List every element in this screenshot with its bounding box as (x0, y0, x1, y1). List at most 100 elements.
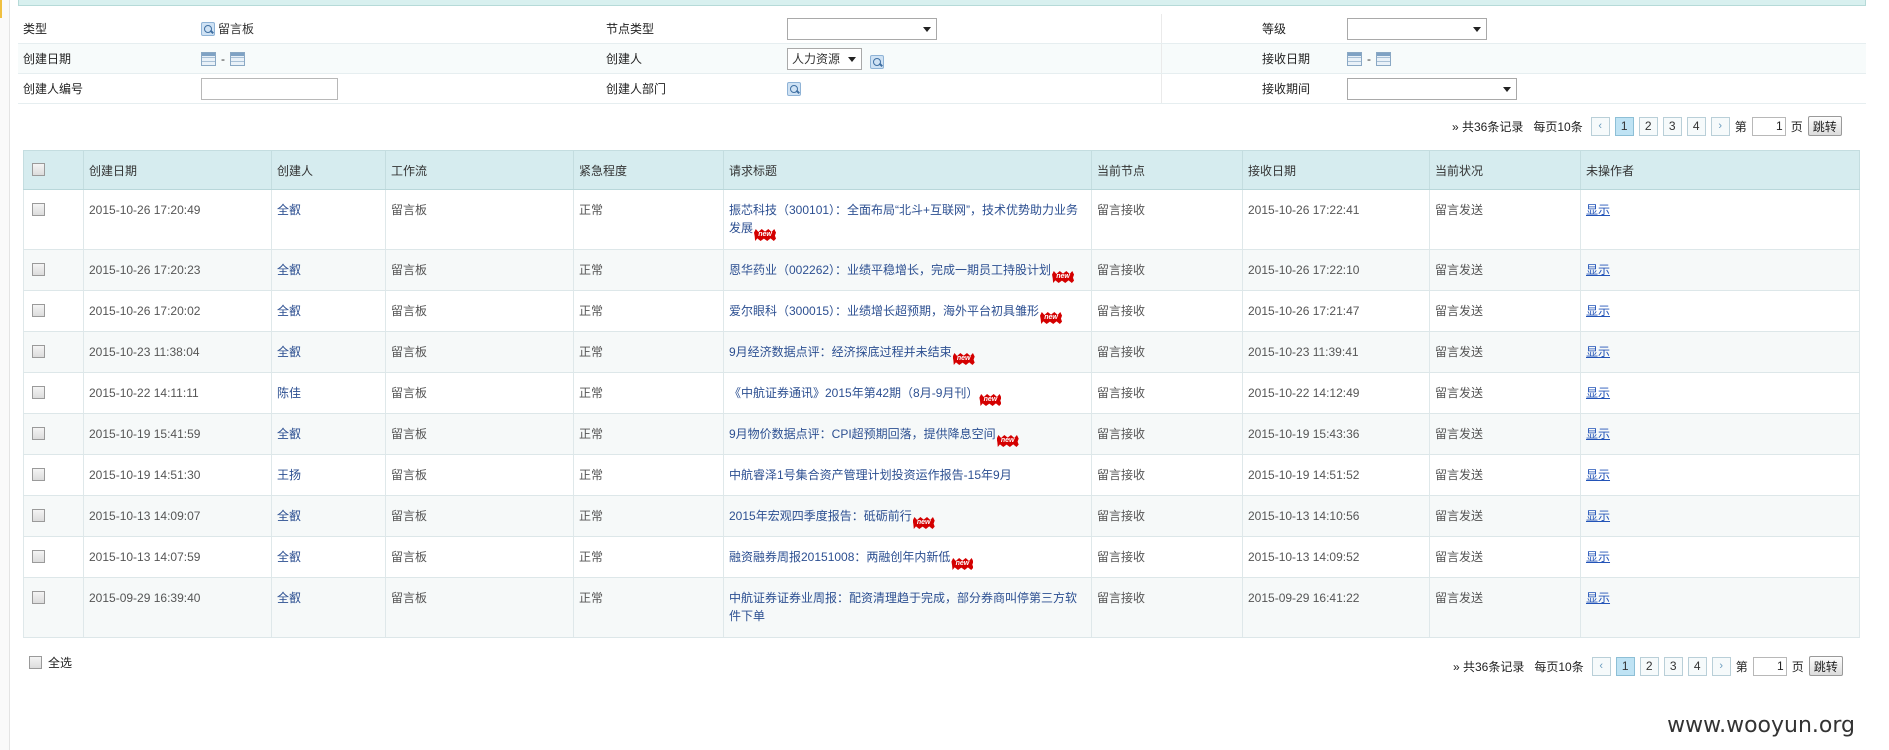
table-row[interactable]: 2015-10-26 17:20:02 全叡 留言板 正常 爱尔眼科（300015）：业… (23, 290, 1860, 332)
page-button-3[interactable]: 3 (1663, 656, 1683, 676)
cell-created-date-text: 2015-10-19 15:41:59 (89, 427, 201, 441)
creator-select[interactable]: 人力资源 (787, 47, 862, 70)
prev-page-button[interactable]: ‹ (1591, 656, 1611, 676)
level-select[interactable] (1347, 17, 1487, 40)
col-creator[interactable]: 创建人 (271, 150, 386, 190)
cell-title-text[interactable]: 恩华药业（002262）：业绩平稳增长，完成一期员工持股计划 (729, 263, 1051, 277)
cell-title-text[interactable]: 9月经济数据点评：经济探底过程并未结束 (729, 345, 952, 359)
col-workflow[interactable]: 工作流 (385, 150, 574, 190)
row-checkbox[interactable] (32, 427, 45, 440)
cell-creator-text[interactable]: 全叡 (277, 203, 301, 217)
table-row[interactable]: 2015-10-26 17:20:49 全叡 留言板 正常 振芯科技（300101）：全… (23, 189, 1860, 250)
cell-pending-operator-text[interactable]: 显示 (1586, 304, 1610, 318)
calendar-icon[interactable] (1347, 51, 1362, 66)
col-title[interactable]: 请求标题 (723, 150, 1092, 190)
page-button-2[interactable]: 2 (1638, 116, 1658, 136)
cell-creator-text[interactable]: 全叡 (277, 550, 301, 564)
search-icon[interactable] (870, 54, 884, 69)
row-checkbox[interactable] (32, 591, 45, 604)
col-received-date[interactable]: 接收日期 (1242, 150, 1430, 190)
calendar-icon[interactable] (230, 51, 245, 66)
search-icon[interactable] (201, 21, 215, 36)
next-page-button[interactable]: › (1710, 116, 1730, 136)
cell-title-text[interactable]: 2015年宏观四季度报告：砥砺前行 (729, 509, 912, 523)
page-button-1[interactable]: 1 (1614, 116, 1634, 136)
page-button-4[interactable]: 4 (1686, 116, 1706, 136)
col-pending-operator[interactable]: 未操作者 (1580, 150, 1860, 190)
row-checkbox[interactable] (32, 468, 45, 481)
row-checkbox[interactable] (32, 550, 45, 563)
page-prefix: 第 (1734, 119, 1747, 134)
row-checkbox[interactable] (32, 345, 45, 358)
table-row[interactable]: 2015-10-13 14:07:59 全叡 留言板 正常 融资融券周报20151008… (23, 536, 1860, 578)
cell-pending-operator-text[interactable]: 显示 (1586, 468, 1610, 482)
cell-creator-text[interactable]: 全叡 (277, 427, 301, 441)
cell-urgency-text: 正常 (579, 509, 604, 523)
cell-pending-operator-text[interactable]: 显示 (1586, 386, 1610, 400)
cell-created-date: 2015-09-29 16:39:40 (83, 577, 272, 638)
page-number-input[interactable]: 1 (1751, 116, 1786, 136)
search-icon[interactable] (787, 81, 801, 96)
calendar-icon[interactable] (201, 51, 216, 66)
type-label: 类型 (23, 22, 48, 36)
next-page-button[interactable]: › (1711, 656, 1731, 676)
cell-creator-text[interactable]: 王扬 (277, 468, 301, 482)
select-all-checkbox[interactable] (32, 163, 45, 176)
table-row[interactable]: 2015-10-19 14:51:30 王扬 留言板 正常 中航睿泽1号集合资产管理计划… (23, 454, 1860, 496)
cell-creator-text[interactable]: 全叡 (277, 591, 301, 605)
jump-button[interactable]: 跳转 (1808, 656, 1843, 676)
cell-title-text[interactable]: 爱尔眼科（300015）：业绩增长超预期，海外平台初具雏形 (729, 304, 1039, 318)
row-checkbox[interactable] (32, 203, 45, 216)
page-number-input[interactable]: 1 (1752, 656, 1787, 676)
cell-creator-text[interactable]: 全叡 (277, 345, 301, 359)
row-checkbox[interactable] (32, 386, 45, 399)
calendar-icon[interactable] (1376, 51, 1391, 66)
table-row[interactable]: 2015-10-19 15:41:59 全叡 留言板 正常 9月物价数据点评：CPI超预… (23, 413, 1860, 455)
table-row[interactable]: 2015-10-22 14:11:11 陈佳 留言板 正常 《中航证券通讯》2015年第… (23, 372, 1860, 414)
cell-title-text[interactable]: 融资融券周报20151008：两融创年内新低 (729, 550, 950, 564)
cell-title: 2015年宏观四季度报告：砥砺前行 new (723, 495, 1092, 537)
page-button-2[interactable]: 2 (1639, 656, 1659, 676)
table-row[interactable]: 2015-10-26 17:20:23 全叡 留言板 正常 恩华药业（002262）：业… (23, 249, 1860, 291)
cell-pending-operator-text[interactable]: 显示 (1586, 427, 1610, 441)
table-row[interactable]: 2015-10-13 14:09:07 全叡 留言板 正常 2015年宏观四季度报告：砥… (23, 495, 1860, 537)
cell-pending-operator-text[interactable]: 显示 (1586, 550, 1610, 564)
receive-period-select[interactable] (1347, 77, 1517, 100)
col-current-node[interactable]: 当前节点 (1091, 150, 1243, 190)
cell-pending-operator-text[interactable]: 显示 (1586, 509, 1610, 523)
cell-created-date: 2015-10-23 11:38:04 (83, 331, 272, 373)
row-checkbox[interactable] (32, 304, 45, 317)
select-all-footer-checkbox[interactable] (29, 656, 42, 669)
cell-urgency: 正常 (573, 189, 724, 250)
col-current-status[interactable]: 当前状况 (1429, 150, 1581, 190)
col-urgency[interactable]: 紧急程度 (573, 150, 724, 190)
prev-page-button[interactable]: ‹ (1590, 116, 1610, 136)
node-type-select[interactable] (787, 17, 937, 40)
table-row[interactable]: 2015-09-29 16:39:40 全叡 留言板 正常 中航证券证券业周报：配资清理… (23, 577, 1860, 638)
cell-title-text[interactable]: 中航睿泽1号集合资产管理计划投资运作报告-15年9月 (729, 468, 1012, 482)
cell-creator-text[interactable]: 全叡 (277, 263, 301, 277)
cell-creator-text[interactable]: 全叡 (277, 509, 301, 523)
page-button-1[interactable]: 1 (1615, 656, 1635, 676)
col-created-date[interactable]: 创建日期 (83, 150, 272, 190)
page-button-3[interactable]: 3 (1662, 116, 1682, 136)
cell-creator-text[interactable]: 陈佳 (277, 386, 301, 400)
creator-no-input[interactable] (201, 77, 338, 100)
cell-received-date: 2015-10-23 11:39:41 (1242, 331, 1430, 373)
cell-title-text[interactable]: 振芯科技（300101）：全面布局“北斗+互联网”，技术优势助力业务发展 (729, 203, 1078, 235)
cell-creator-text[interactable]: 全叡 (277, 304, 301, 318)
jump-button[interactable]: 跳转 (1807, 116, 1842, 136)
cell-workflow: 留言板 (385, 536, 574, 578)
page-button-4[interactable]: 4 (1687, 656, 1707, 676)
cell-pending-operator-text[interactable]: 显示 (1586, 345, 1610, 359)
cell-pending-operator-text[interactable]: 显示 (1586, 263, 1610, 277)
cell-pending-operator-text[interactable]: 显示 (1586, 203, 1610, 217)
select-all-label: 全选 (48, 656, 73, 670)
cell-title-text[interactable]: 《中航证券通讯》2015年第42期（8月-9月刊） (729, 386, 978, 400)
cell-title-text[interactable]: 9月物价数据点评：CPI超预期回落，提供降息空间 (729, 427, 996, 441)
row-checkbox[interactable] (32, 263, 45, 276)
table-row[interactable]: 2015-10-23 11:38:04 全叡 留言板 正常 9月经济数据点评：经济探底过… (23, 331, 1860, 373)
row-checkbox[interactable] (32, 509, 45, 522)
cell-title-text[interactable]: 中航证券证券业周报：配资清理趋于完成，部分券商叫停第三方软件下单 (729, 591, 1077, 623)
cell-pending-operator-text[interactable]: 显示 (1586, 591, 1610, 605)
